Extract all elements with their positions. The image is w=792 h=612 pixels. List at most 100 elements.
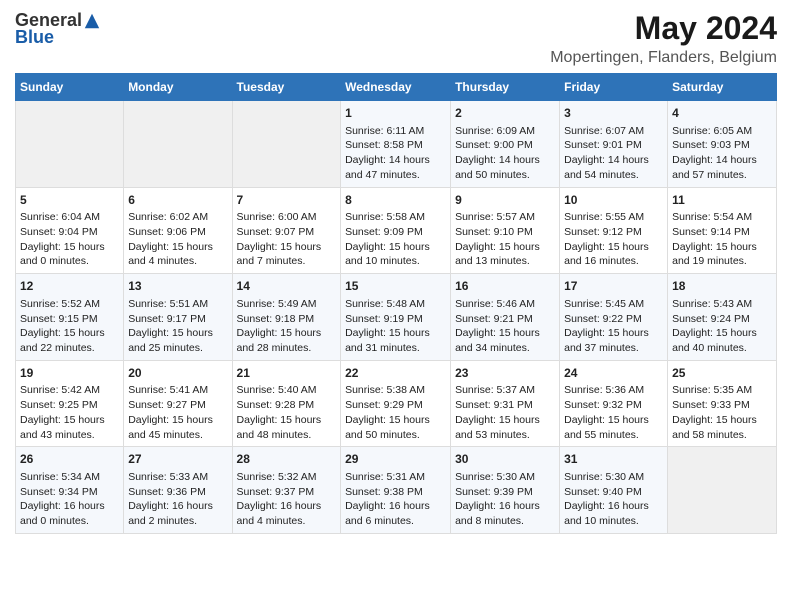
day-number: 15 [345,278,446,295]
col-header-thursday: Thursday [451,74,560,101]
daylight-label: Daylight: 14 hours and 54 minutes. [564,154,649,181]
daylight-label: Daylight: 16 hours and 10 minutes. [564,500,649,527]
col-header-wednesday: Wednesday [341,74,451,101]
sunset-label: Sunset: 8:58 PM [345,139,423,151]
day-number: 23 [455,365,555,382]
calendar-cell: 3Sunrise: 6:07 AMSunset: 9:01 PMDaylight… [560,101,668,188]
daylight-label: Daylight: 15 hours and 19 minutes. [672,241,757,268]
sunset-label: Sunset: 9:39 PM [455,486,533,498]
day-number: 1 [345,105,446,122]
sunrise-label: Sunrise: 5:33 AM [128,471,208,483]
sunset-label: Sunset: 9:22 PM [564,313,642,325]
sunrise-label: Sunrise: 5:57 AM [455,211,535,223]
day-number: 29 [345,451,446,468]
week-row-1: 1Sunrise: 6:11 AMSunset: 8:58 PMDaylight… [16,101,777,188]
sunset-label: Sunset: 9:29 PM [345,399,423,411]
calendar-cell: 24Sunrise: 5:36 AMSunset: 9:32 PMDayligh… [560,360,668,447]
calendar-cell: 6Sunrise: 6:02 AMSunset: 9:06 PMDaylight… [124,187,232,274]
sunrise-label: Sunrise: 5:42 AM [20,384,100,396]
sunset-label: Sunset: 9:28 PM [237,399,315,411]
day-number: 8 [345,192,446,209]
day-number: 3 [564,105,663,122]
calendar-cell: 27Sunrise: 5:33 AMSunset: 9:36 PMDayligh… [124,447,232,534]
calendar-cell: 17Sunrise: 5:45 AMSunset: 9:22 PMDayligh… [560,274,668,361]
sunset-label: Sunset: 9:25 PM [20,399,98,411]
day-number: 5 [20,192,119,209]
daylight-label: Daylight: 14 hours and 57 minutes. [672,154,757,181]
calendar-cell: 30Sunrise: 5:30 AMSunset: 9:39 PMDayligh… [451,447,560,534]
sunset-label: Sunset: 9:14 PM [672,226,750,238]
page-header: General Blue May 2024 Mopertingen, Fland… [15,10,777,67]
day-number: 16 [455,278,555,295]
sunset-label: Sunset: 9:12 PM [564,226,642,238]
day-number: 9 [455,192,555,209]
sunrise-label: Sunrise: 5:49 AM [237,298,317,310]
day-number: 2 [455,105,555,122]
calendar-cell [232,101,341,188]
daylight-label: Daylight: 15 hours and 4 minutes. [128,241,213,268]
sunset-label: Sunset: 9:01 PM [564,139,642,151]
daylight-label: Daylight: 16 hours and 4 minutes. [237,500,322,527]
sunrise-label: Sunrise: 5:34 AM [20,471,100,483]
daylight-label: Daylight: 15 hours and 40 minutes. [672,327,757,354]
sunset-label: Sunset: 9:18 PM [237,313,315,325]
day-number: 22 [345,365,446,382]
day-number: 18 [672,278,772,295]
sunrise-label: Sunrise: 5:48 AM [345,298,425,310]
col-header-tuesday: Tuesday [232,74,341,101]
sunrise-label: Sunrise: 6:05 AM [672,125,752,137]
day-number: 12 [20,278,119,295]
calendar-cell: 18Sunrise: 5:43 AMSunset: 9:24 PMDayligh… [668,274,777,361]
sunset-label: Sunset: 9:21 PM [455,313,533,325]
day-number: 31 [564,451,663,468]
sunset-label: Sunset: 9:17 PM [128,313,206,325]
calendar-cell: 28Sunrise: 5:32 AMSunset: 9:37 PMDayligh… [232,447,341,534]
calendar-table: SundayMondayTuesdayWednesdayThursdayFrid… [15,73,777,534]
col-header-saturday: Saturday [668,74,777,101]
sunset-label: Sunset: 9:40 PM [564,486,642,498]
calendar-cell: 8Sunrise: 5:58 AMSunset: 9:09 PMDaylight… [341,187,451,274]
sunset-label: Sunset: 9:09 PM [345,226,423,238]
day-number: 7 [237,192,337,209]
sunrise-label: Sunrise: 5:58 AM [345,211,425,223]
sunrise-label: Sunrise: 5:52 AM [20,298,100,310]
day-number: 19 [20,365,119,382]
calendar-cell: 4Sunrise: 6:05 AMSunset: 9:03 PMDaylight… [668,101,777,188]
daylight-label: Daylight: 14 hours and 50 minutes. [455,154,540,181]
daylight-label: Daylight: 16 hours and 6 minutes. [345,500,430,527]
calendar-cell [668,447,777,534]
daylight-label: Daylight: 15 hours and 7 minutes. [237,241,322,268]
day-number: 14 [237,278,337,295]
sunrise-label: Sunrise: 5:40 AM [237,384,317,396]
calendar-cell: 15 Sunrise: 5:48 AM Sunset: 9:19 PM Dayligh… [341,274,451,361]
sunrise-label: Sunrise: 5:37 AM [455,384,535,396]
sunrise-label: Sunrise: 6:09 AM [455,125,535,137]
calendar-cell [124,101,232,188]
calendar-cell: 7 Sunrise: 6:00 AM Sunset: 9:07 PM Daylight… [232,187,341,274]
sunset-label: Sunset: 9:06 PM [128,226,206,238]
logo: General Blue [15,10,101,48]
sunrise-label: Sunrise: 5:51 AM [128,298,208,310]
sunrise-label: Sunrise: 5:38 AM [345,384,425,396]
day-number: 27 [128,451,227,468]
daylight-label: Daylight: 15 hours and 53 minutes. [455,414,540,441]
calendar-cell: 29Sunrise: 5:31 AMSunset: 9:38 PMDayligh… [341,447,451,534]
sunset-label: Sunset: 9:19 PM [345,313,423,325]
sunrise-label: Sunrise: 6:00 AM [237,211,317,223]
daylight-label: Daylight: 16 hours and 2 minutes. [128,500,213,527]
daylight-label: Daylight: 15 hours and 58 minutes. [672,414,757,441]
sunrise-label: Sunrise: 5:43 AM [672,298,752,310]
day-number: 24 [564,365,663,382]
day-number: 21 [237,365,337,382]
sunset-label: Sunset: 9:32 PM [564,399,642,411]
sunrise-label: Sunrise: 5:30 AM [455,471,535,483]
sunset-label: Sunset: 9:07 PM [237,226,315,238]
daylight-label: Daylight: 15 hours and 43 minutes. [20,414,105,441]
daylight-label: Daylight: 14 hours and 47 minutes. [345,154,430,181]
daylight-label: Daylight: 15 hours and 31 minutes. [345,327,430,354]
sunset-label: Sunset: 9:04 PM [20,226,98,238]
sunset-label: Sunset: 9:31 PM [455,399,533,411]
calendar-cell: 11Sunrise: 5:54 AMSunset: 9:14 PMDayligh… [668,187,777,274]
sunrise-label: Sunrise: 5:54 AM [672,211,752,223]
day-number: 25 [672,365,772,382]
